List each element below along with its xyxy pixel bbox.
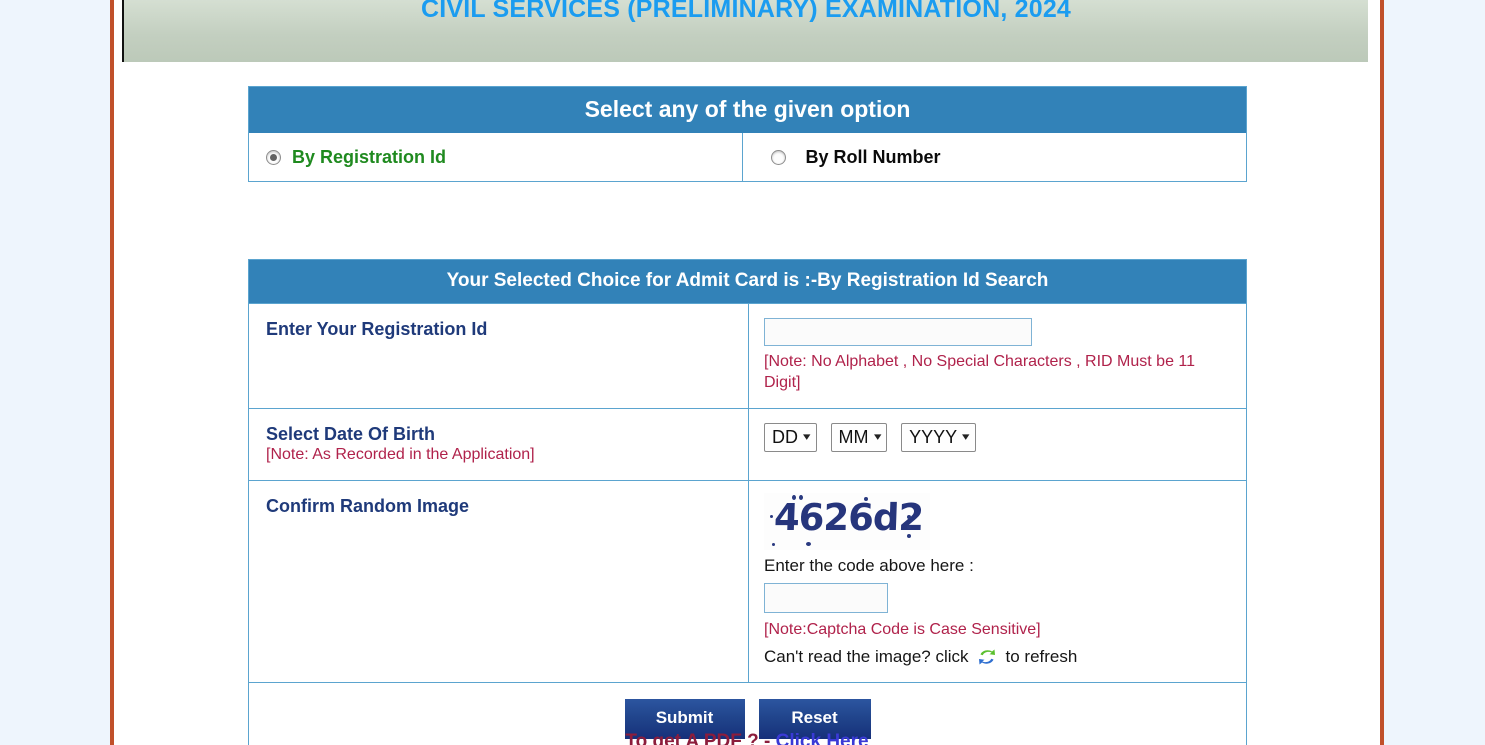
registration-id-note: [Note: No Alphabet , No Special Characte… <box>764 352 1196 391</box>
pdf-footer-line: To get A PDF ? - Click Here <box>114 731 1380 745</box>
page-root: CIVIL SERVICES (PRELIMINARY) EXAMINATION… <box>0 0 1485 745</box>
option-selection-panel: Select any of the given option By Regist… <box>248 86 1247 183</box>
date-of-birth-label-cell: Select Date Of Birth [Note: As Recorded … <box>249 408 749 480</box>
option-by-registration-id[interactable]: By Registration Id <box>249 133 742 181</box>
registration-id-label: Enter Your Registration Id <box>266 318 488 339</box>
option-row: By Registration Id By Roll Number <box>249 133 1247 182</box>
captcha-noise-speck <box>907 514 911 519</box>
option-panel-heading: Select any of the given option <box>249 87 1246 134</box>
captcha-refresh-prefix: Can't read the image? click <box>764 646 969 666</box>
captcha-input[interactable] <box>764 582 888 613</box>
date-of-birth-field-cell: DD ▾ MM ▾ YYYY ▾ <box>749 409 1246 480</box>
captcha-label: Confirm Random Image <box>266 495 470 516</box>
captcha-row: Confirm Random Image 4626d2 Enter the co… <box>249 479 1246 682</box>
pdf-footer-link[interactable]: Click Here <box>776 731 869 745</box>
captcha-note: [Note:Captcha Code is Case Sensitive] <box>764 620 1041 638</box>
date-of-birth-label: Select Date Of Birth <box>266 423 436 444</box>
captcha-field-cell: 4626d2 Enter the code above here : [Note… <box>749 481 1246 682</box>
refresh-icon[interactable] <box>976 646 998 668</box>
page-right-border <box>1380 0 1384 745</box>
admit-card-form-panel: Your Selected Choice for Admit Card is :… <box>248 259 1247 745</box>
dob-year-select[interactable]: YYYY ▾ <box>901 422 976 452</box>
option-by-roll-number-label: By Roll Number <box>805 146 941 167</box>
date-of-birth-row: Select Date Of Birth [Note: As Recorded … <box>249 407 1246 480</box>
chevron-down-icon: ▾ <box>873 430 882 443</box>
captcha-noise-speck <box>907 533 911 538</box>
option-by-roll-number[interactable]: By Roll Number <box>741 133 1247 182</box>
dob-year-value: YYYY <box>909 426 958 447</box>
exam-title: CIVIL SERVICES (PRELIMINARY) EXAMINATION… <box>420 0 1072 23</box>
dob-month-value: MM <box>838 426 869 447</box>
captcha-noise-speck <box>864 496 868 501</box>
captcha-refresh-line: Can't read the image? click to refresh <box>764 646 1246 668</box>
dob-month-select[interactable]: MM ▾ <box>830 422 888 452</box>
captcha-noise-speck <box>770 514 773 518</box>
registration-id-label-cell: Enter Your Registration Id <box>249 303 749 408</box>
captcha-image: 4626d2 <box>764 492 930 550</box>
date-of-birth-selects: DD ▾ MM ▾ YYYY ▾ <box>764 422 1246 452</box>
pdf-footer-text: To get A PDF ? - <box>625 731 771 745</box>
captcha-noise-speck <box>806 541 811 546</box>
option-by-registration-id-label: By Registration Id <box>292 146 447 167</box>
date-of-birth-note: [Note: As Recorded in the Application] <box>266 446 535 464</box>
captcha-noise-speck <box>799 494 803 500</box>
exam-banner: CIVIL SERVICES (PRELIMINARY) EXAMINATION… <box>122 0 1368 62</box>
radio-unselected-icon[interactable] <box>770 149 786 165</box>
captcha-prompt: Enter the code above here : <box>764 555 974 575</box>
captcha-noise-speck <box>907 524 911 529</box>
captcha-label-cell: Confirm Random Image <box>249 480 749 682</box>
page-content: CIVIL SERVICES (PRELIMINARY) EXAMINATION… <box>114 0 1380 745</box>
dob-day-select[interactable]: DD ▾ <box>764 422 817 452</box>
captcha-refresh-suffix: to refresh <box>1005 646 1078 666</box>
dob-day-value: DD <box>772 426 798 447</box>
captcha-noise-speck <box>792 494 796 500</box>
captcha-code-text: 4626d2 <box>773 495 924 539</box>
registration-id-row: Enter Your Registration Id [Note: No Alp… <box>249 302 1246 408</box>
captcha-noise-speck <box>772 542 775 546</box>
radio-selected-icon[interactable] <box>266 149 281 165</box>
chevron-down-icon: ▾ <box>962 430 970 443</box>
registration-id-field-cell: [Note: No Alphabet , No Special Characte… <box>749 304 1246 408</box>
chevron-down-icon: ▾ <box>803 430 811 443</box>
form-panel-heading: Your Selected Choice for Admit Card is :… <box>249 260 1246 303</box>
registration-id-input[interactable] <box>764 317 1032 346</box>
